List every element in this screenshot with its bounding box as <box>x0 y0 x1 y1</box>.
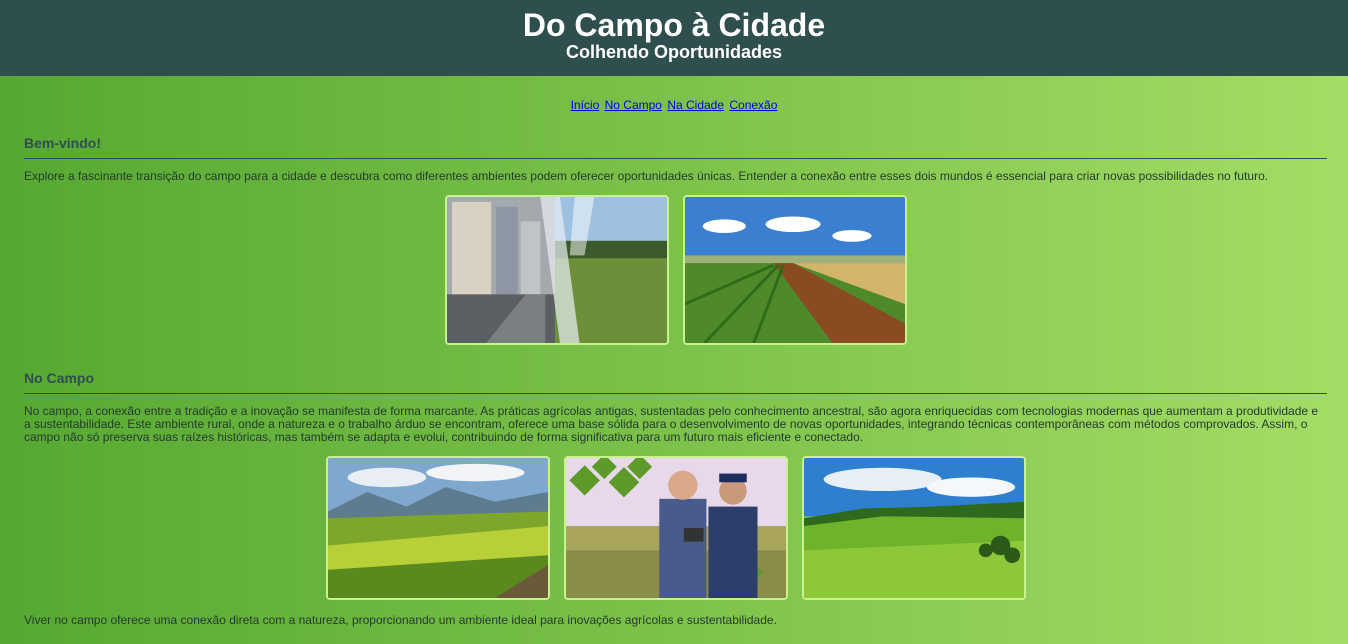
campo-gallery <box>24 456 1327 600</box>
nav-link-na-cidade[interactable]: Na Cidade <box>667 98 724 112</box>
farmers-image <box>563 456 788 600</box>
campo-text: No campo, a conexão entre a tradição e a… <box>24 404 1319 444</box>
city-to-country-image <box>444 195 669 345</box>
site-title: Do Campo à Cidade <box>522 7 826 43</box>
nav-link-no-campo[interactable]: No Campo <box>605 98 662 112</box>
crop-field-image <box>682 195 907 345</box>
nav-link-conexao[interactable]: Conexão <box>729 98 777 112</box>
campo-title: No Campo <box>24 370 1327 394</box>
site-subtitle: Colhendo Oportunidades <box>566 42 782 62</box>
welcome-section: Bem-vindo! Explore a fascinante transiçã… <box>0 135 1348 345</box>
rolling-hills-image <box>801 456 1026 600</box>
site-header: Do Campo à Cidade Colhendo Oportunidades <box>0 0 1348 76</box>
green-fields-image <box>325 456 550 600</box>
welcome-title: Bem-vindo! <box>24 135 1327 159</box>
campo-footer-text: Viver no campo oferece uma conexão diret… <box>24 613 777 627</box>
welcome-text: Explore a fascinante transição do campo … <box>24 169 1269 183</box>
nav-link-inicio[interactable]: Início <box>571 98 600 112</box>
campo-section: No Campo No campo, a conexão entre a tra… <box>0 370 1348 627</box>
main-nav: Início No Campo Na Cidade Conexão <box>0 98 1348 112</box>
welcome-gallery <box>24 195 1327 345</box>
